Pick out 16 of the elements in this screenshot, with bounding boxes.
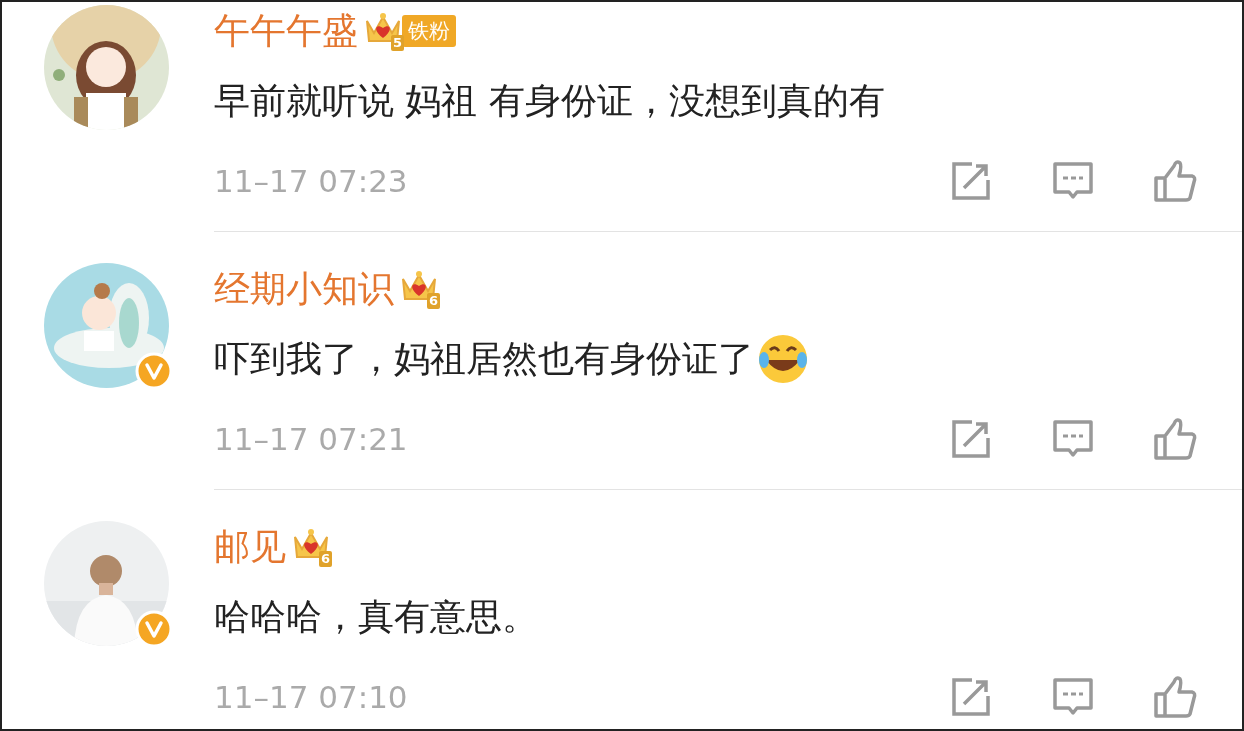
username[interactable]: 经期小知识	[214, 266, 394, 312]
like-icon[interactable]	[1152, 674, 1198, 720]
fan-tag: 铁粉	[402, 15, 456, 47]
username[interactable]: 午午午盛	[214, 8, 358, 54]
level-number: 6	[426, 293, 440, 309]
level-number: 6	[318, 551, 332, 567]
level-number: 5	[390, 35, 404, 51]
like-icon[interactable]	[1152, 416, 1198, 462]
like-icon[interactable]	[1152, 158, 1198, 204]
timestamp: 11–17 07:21	[214, 420, 409, 459]
username[interactable]: 邮见	[214, 524, 286, 570]
timestamp: 11–17 07:23	[214, 162, 409, 201]
comment-text: 吓到我了，妈祖居然也有身份证了	[214, 337, 754, 381]
comment-text: 早前就听说 妈祖 有身份证，没想到真的有	[214, 79, 885, 123]
comment-text: 哈哈哈，真有意思。	[214, 595, 538, 639]
timestamp: 11–17 07:10	[214, 678, 409, 717]
